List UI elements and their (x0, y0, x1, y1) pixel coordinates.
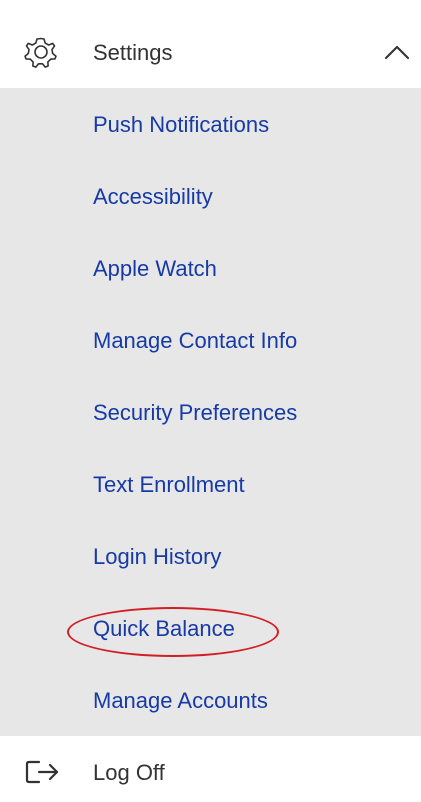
settings-submenu: Push Notifications Accessibility Apple W… (0, 88, 421, 736)
log-off-label: Log Off (93, 760, 165, 785)
manage-contact-info-link[interactable]: Manage Contact Info (93, 326, 297, 356)
apple-watch-link[interactable]: Apple Watch (93, 254, 217, 284)
gear-icon (24, 37, 57, 68)
quick-balance-link[interactable]: Quick Balance (93, 614, 235, 644)
settings-menu: Settings Push Notifications Accessibilit… (0, 0, 421, 802)
chevron-up-icon[interactable] (384, 43, 410, 61)
accessibility-link[interactable]: Accessibility (93, 182, 213, 212)
manage-accounts-link[interactable]: Manage Accounts (93, 686, 268, 716)
security-preferences-link[interactable]: Security Preferences (93, 398, 297, 428)
log-off-row[interactable]: Log Off (0, 736, 421, 802)
text-enrollment-link[interactable]: Text Enrollment (93, 470, 245, 500)
log-out-icon (25, 760, 59, 784)
login-history-link[interactable]: Login History (93, 542, 221, 572)
settings-menu-header[interactable]: Settings (0, 0, 421, 88)
push-notifications-link[interactable]: Push Notifications (93, 110, 269, 140)
settings-label: Settings (93, 40, 173, 65)
